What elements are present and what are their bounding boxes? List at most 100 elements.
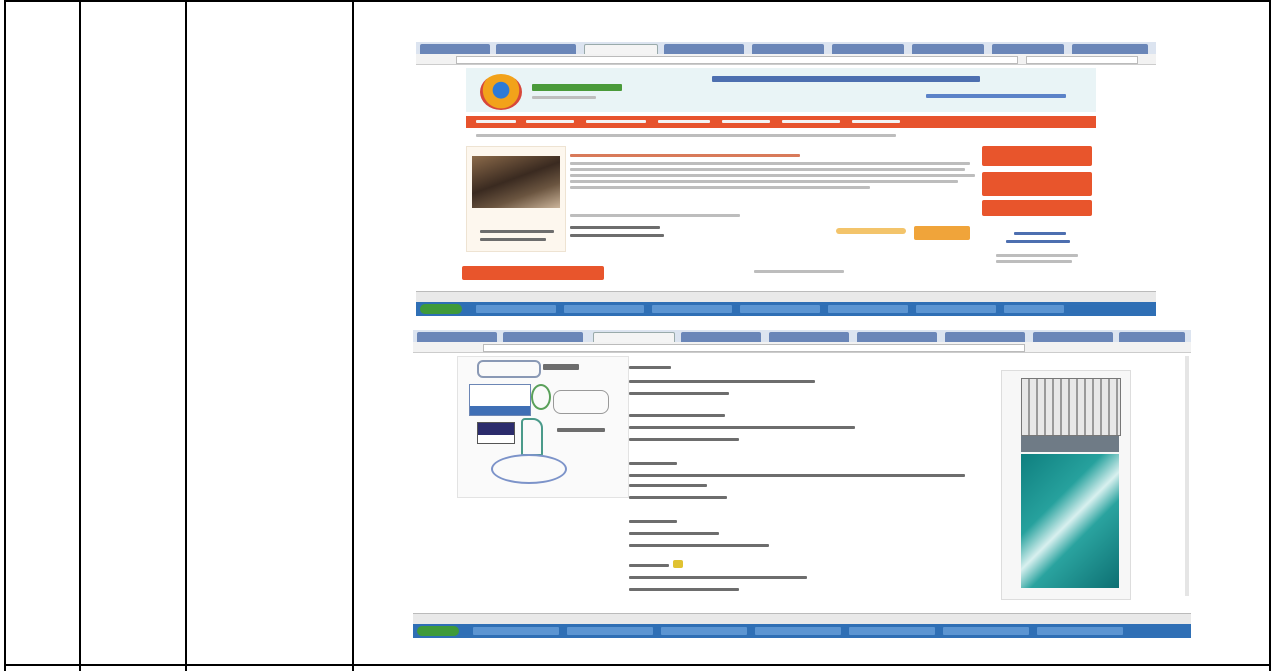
browser-tab [664,44,744,54]
search-field [1026,56,1138,64]
taskbar-item [740,305,820,313]
browser-tab [832,44,904,54]
editor-location [629,544,769,547]
info-line [570,234,664,237]
editor-location [629,588,739,591]
article-text-line [570,186,870,189]
index-logo [469,384,531,416]
taskbar-item [849,627,935,635]
nav-item [476,120,516,123]
cursor-highlight [673,560,683,568]
index-logo [477,422,515,444]
article-text-line [570,168,965,171]
editor-affiliation [629,484,707,487]
browser-statusbar [416,291,1156,302]
browser-tab [992,44,1064,54]
index-logo [543,364,579,370]
browser-tab [420,44,490,54]
index-logo [521,418,543,456]
url-field [483,344,1025,352]
sidebar-text [996,254,1078,257]
nav-item [526,120,574,123]
site-title [712,76,980,82]
browser-tab [417,332,497,342]
taskbar-item [916,305,996,313]
table-column-divider-1 [79,0,81,671]
browser-tab [1119,332,1185,342]
browser-titlebar [416,42,1156,56]
sidebar-orange-box [982,172,1092,196]
editor-location [629,496,727,499]
scrollbar [1185,356,1189,596]
nav-item [782,120,840,123]
browser-tab [752,44,824,54]
browser-titlebar [413,330,1191,344]
browser-address-bar [416,54,1156,65]
nav-item [852,120,900,123]
taskbar-item [564,305,644,313]
slider-graphic [836,228,906,234]
journal-cover-image [1021,454,1119,588]
browser-tab [769,332,849,342]
index-logo [491,454,567,484]
logo-wordmark [532,84,622,91]
browser-tab [945,332,1025,342]
editor-affiliation [629,474,965,477]
editor-affiliation [629,532,719,535]
footer-text [754,270,844,273]
taskbar-item [828,305,908,313]
editor-name [629,564,669,567]
article-text-line [570,174,975,177]
editor-name [629,414,725,417]
index-logo [553,390,609,414]
site-subtitle [926,94,1066,98]
info-line [570,226,660,229]
table-top-border [4,0,1271,2]
article-text-line [570,180,958,183]
journal-homepage-screenshot [416,42,1156,318]
info-line [570,214,740,217]
nav-item [722,120,770,123]
nav-item [658,120,710,123]
cover-label-bar [1021,436,1119,452]
table-left-border [4,0,6,671]
index-logo [531,384,551,410]
sidebar-link [1014,232,1066,235]
editor-location [629,392,729,395]
browser-tab [1072,44,1148,54]
taskbar-item [1004,305,1064,313]
browser-statusbar [413,613,1191,624]
start-button [417,626,459,636]
index-logo [477,360,541,378]
article-heading [570,154,800,157]
start-button [420,304,462,314]
table-column-divider-3 [352,0,354,671]
table-bottom-border [4,664,1271,666]
breadcrumb [476,134,896,137]
browser-tab [1033,332,1113,342]
browser-tab [681,332,761,342]
taskbar-item [476,305,556,313]
article-text-line [570,162,970,165]
sidebar-link [480,230,554,233]
taskbar-item [1037,627,1123,635]
browser-tab [912,44,984,54]
editor-affiliation [629,380,815,383]
nav-item [586,120,646,123]
browser-tab [857,332,937,342]
browser-tab [496,44,576,54]
taskbar-item [755,627,841,635]
site-logo [480,74,522,110]
editor-affiliation [629,576,807,579]
index-logo [557,428,605,432]
editor-name [629,520,677,523]
browser-address-bar [413,342,1191,353]
sidebar-text [996,260,1072,263]
taskbar-item [567,627,653,635]
taskbar-item [943,627,1029,635]
journal-cover-image [472,156,560,208]
logo-tagline [532,96,596,99]
journal-cover-thumbnail [1021,378,1121,436]
editor-affiliation [629,426,855,429]
browser-tab [503,332,583,342]
